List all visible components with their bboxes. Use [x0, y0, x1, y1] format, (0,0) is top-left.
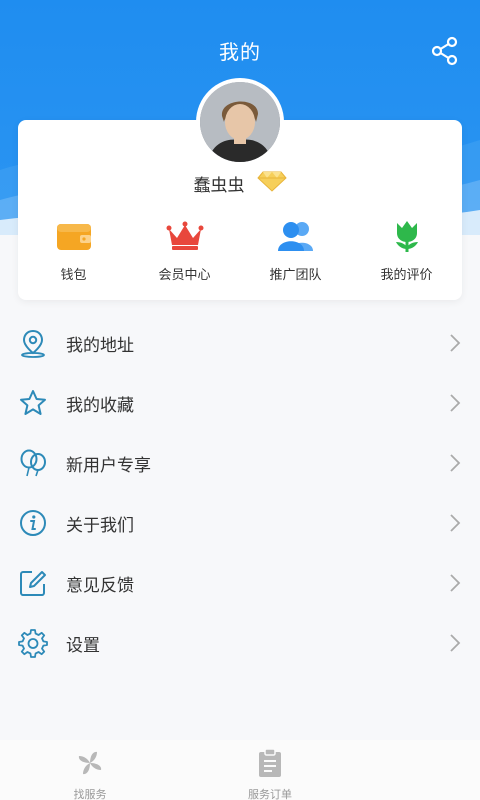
- tab-label: 服务订单: [248, 788, 292, 800]
- edit-icon: [18, 568, 48, 598]
- page-title: 我的: [219, 40, 261, 64]
- clipboard-icon: [255, 748, 285, 782]
- menu-item-address[interactable]: 我的地址: [0, 313, 480, 373]
- chevron-right-icon: [450, 454, 461, 472]
- crown-icon: [165, 218, 205, 254]
- quick-item-label: 推广团队: [269, 268, 322, 283]
- menu-item-new-user[interactable]: 新用户专享: [0, 433, 480, 493]
- username-row: 蠢虫虫: [0, 170, 480, 196]
- pinwheel-icon: [75, 748, 105, 782]
- menu-item-label: 关于我们: [66, 515, 134, 536]
- quick-item-label: 会员中心: [158, 268, 211, 283]
- menu-item-label: 我的收藏: [66, 395, 134, 416]
- menu-item-settings[interactable]: 设置: [0, 613, 480, 673]
- chevron-right-icon: [450, 574, 461, 592]
- quick-item-promo-team[interactable]: 推广团队: [240, 218, 351, 283]
- menu-item-label: 设置: [66, 635, 100, 656]
- diamond-icon: [256, 170, 287, 196]
- username: 蠢虫虫: [193, 175, 245, 196]
- menu-item-about[interactable]: 关于我们: [0, 493, 480, 553]
- quick-item-member-center[interactable]: 会员中心: [129, 218, 240, 283]
- avatar[interactable]: [196, 78, 284, 166]
- star-icon: [18, 388, 48, 418]
- tab-label: 找服务: [73, 788, 107, 800]
- menu-item-label: 新用户专享: [66, 455, 151, 476]
- quick-item-my-reviews[interactable]: 我的评价: [351, 218, 462, 283]
- quick-item-label: 钱包: [60, 268, 87, 283]
- bottom-tab-bar: 找服务 服务订单: [0, 740, 480, 800]
- menu-item-feedback[interactable]: 意见反馈: [0, 553, 480, 613]
- chevron-right-icon: [450, 514, 461, 532]
- menu-item-favorites[interactable]: 我的收藏: [0, 373, 480, 433]
- chevron-right-icon: [450, 334, 461, 352]
- menu-list: 我的地址 我的收藏 新用户专享 关于我们 意见反馈 设置: [0, 313, 480, 673]
- quick-actions: 钱包 会员中心 推广团队 我的评价: [18, 218, 462, 283]
- quick-item-wallet[interactable]: 钱包: [18, 218, 129, 283]
- tab-find-service[interactable]: 找服务: [0, 740, 180, 800]
- tulip-icon: [387, 218, 427, 254]
- gear-icon: [18, 628, 48, 658]
- team-icon: [276, 218, 316, 254]
- wallet-icon: [54, 218, 94, 254]
- location-icon: [18, 328, 48, 358]
- quick-item-label: 我的评价: [380, 268, 433, 283]
- info-icon: [18, 508, 48, 538]
- chevron-right-icon: [450, 394, 461, 412]
- balloon-icon: [18, 448, 48, 478]
- chevron-right-icon: [450, 634, 461, 652]
- menu-item-label: 我的地址: [66, 335, 134, 356]
- menu-item-label: 意见反馈: [66, 575, 134, 596]
- tab-service-orders[interactable]: 服务订单: [180, 740, 360, 800]
- share-icon[interactable]: [430, 36, 460, 66]
